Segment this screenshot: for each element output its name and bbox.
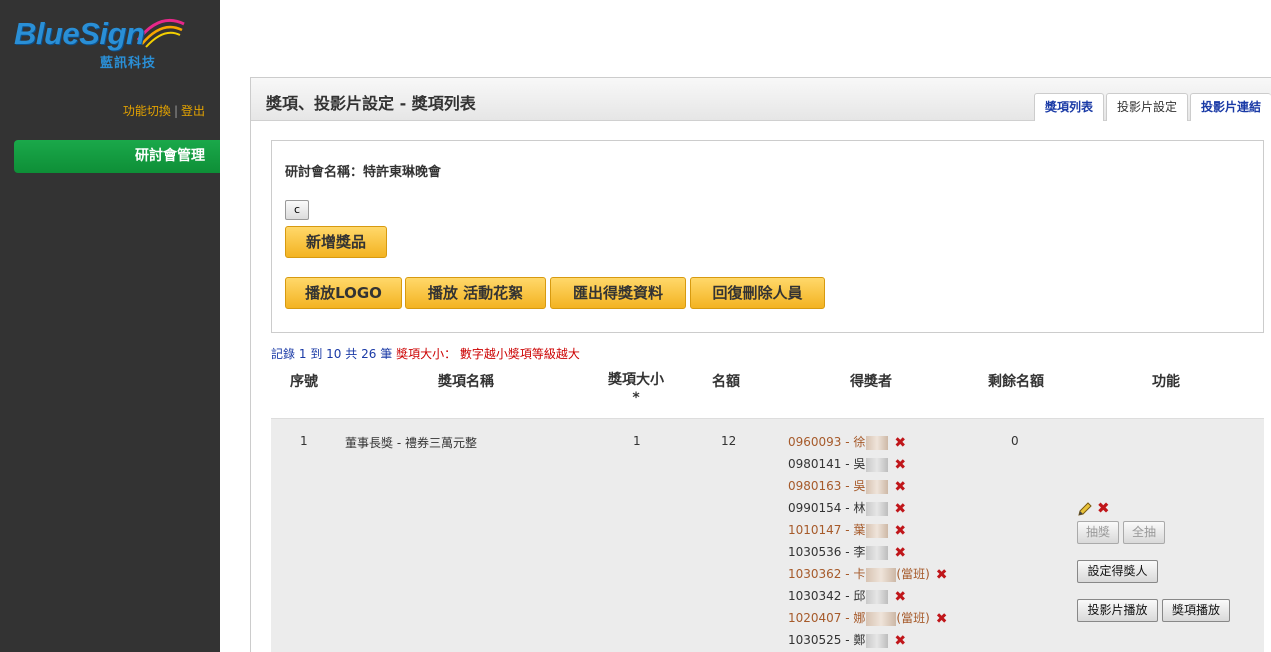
winner-item: 1030362 - 卡 (當班) ✖ <box>788 565 948 583</box>
prize-size-note: 獎項大小： 數字越小獎項等級越大 <box>396 347 580 361</box>
export-winners-button[interactable]: 匯出得獎資料 <box>550 277 686 309</box>
winner-item: 1030525 - 鄭 ✖ <box>788 631 906 649</box>
redacted-name <box>866 501 889 516</box>
delete-icon[interactable]: ✖ <box>894 589 906 605</box>
winner-id: 1030362 - 卡 <box>788 567 866 581</box>
redacted-name <box>866 457 889 472</box>
row-prize-name: 董事長獎 - 禮券三萬元整 <box>345 436 477 450</box>
summary-total: 26 <box>361 347 377 361</box>
draw-button[interactable]: 抽獎 <box>1077 521 1119 544</box>
add-prize-button[interactable]: 新增獎品 <box>285 226 387 258</box>
conference-name: 研討會名稱：特許東琳晚會 <box>285 165 442 180</box>
edit-pencil-icon[interactable] <box>1077 501 1093 517</box>
winner-id: 0980163 - 吳 <box>788 479 866 493</box>
page-title: 獎項、投影片設定 - 獎項列表 <box>266 94 476 113</box>
winner-item: 0960093 - 徐 ✖ <box>788 433 906 451</box>
summary-total-label: 共 <box>345 347 358 361</box>
sidebar-item-seminar-management[interactable]: 研討會管理 <box>14 140 220 173</box>
winner-item: 1030342 - 邱 ✖ <box>788 587 906 605</box>
row-quota: 12 <box>721 434 737 448</box>
tab-prize-list[interactable]: 獎項列表 <box>1033 93 1104 121</box>
winner-item: 1010147 - 葉 ✖ <box>788 521 906 539</box>
delete-icon[interactable]: ✖ <box>894 501 906 517</box>
logo-text: BlueSign <box>14 16 145 51</box>
redacted-name <box>866 545 889 560</box>
header-prize-size: 獎項大小* <box>608 372 664 406</box>
summary-from: 1 <box>298 347 307 361</box>
logo-subtitle: 藍訊科技 <box>100 56 157 71</box>
set-winner-button[interactable]: 設定得獎人 <box>1077 560 1158 583</box>
bluesign-logo: BlueSign 藍訊科技 <box>14 10 189 72</box>
redacted-name <box>866 633 889 648</box>
record-summary: 記錄 1 到 10 共 26 筆 獎項大小： 數字越小獎項等級越大 <box>271 345 580 362</box>
slide-play-button[interactable]: 投影片播放 <box>1077 599 1158 622</box>
switch-function-link[interactable]: 功能切換 <box>123 104 171 118</box>
redacted-name <box>866 589 889 604</box>
summary-to: 10 <box>326 347 342 361</box>
prize-play-button[interactable]: 獎項播放 <box>1162 599 1230 622</box>
header-winners: 得獎者 <box>850 374 892 390</box>
delete-icon[interactable]: ✖ <box>936 611 948 627</box>
winner-id: 1030525 - 鄭 <box>788 633 866 647</box>
restore-deleted-button[interactable]: 回復刪除人員 <box>690 277 825 309</box>
draw-all-button[interactable]: 全抽 <box>1123 521 1165 544</box>
winner-tag: (當班) <box>896 567 930 581</box>
header-seq: 序號 <box>290 374 318 390</box>
winner-item: 0980141 - 吳 ✖ <box>788 455 906 473</box>
delete-icon[interactable]: ✖ <box>894 633 906 649</box>
play-highlights-button[interactable]: 播放 活動花絮 <box>405 277 546 309</box>
tab-slide-link[interactable]: 投影片連結 <box>1189 93 1271 121</box>
header-quota: 名額 <box>712 374 740 390</box>
panel-header: 獎項、投影片設定 - 獎項列表 獎項列表 投影片設定 投影片連結 <box>251 78 1271 121</box>
summary-record-label: 記錄 <box>271 347 296 361</box>
header-remaining: 剩餘名額 <box>988 374 1044 390</box>
header-prize-name: 獎項名稱 <box>438 374 494 390</box>
info-box: 研討會名稱：特許東琳晚會 c 新增獎品 播放LOGO 播放 活動花絮 匯出得獎資… <box>271 140 1264 333</box>
sidebar: BlueSign 藍訊科技 功能切換 | 登出 研討會管理 <box>0 0 220 652</box>
c-button[interactable]: c <box>285 200 309 220</box>
winner-id: 1030536 - 李 <box>788 545 866 559</box>
redacted-name <box>866 611 897 626</box>
winner-item: 1030536 - 李 ✖ <box>788 543 906 561</box>
winner-id: 1020407 - 娜 <box>788 611 866 625</box>
winner-item: 0990154 - 林 ✖ <box>788 499 906 517</box>
delete-icon[interactable]: ✖ <box>894 435 906 451</box>
redacted-name <box>866 479 889 494</box>
link-separator: | <box>173 104 178 118</box>
delete-icon[interactable]: ✖ <box>894 479 906 495</box>
redacted-name <box>866 435 889 450</box>
winner-tag: (當班) <box>896 611 930 625</box>
play-logo-button[interactable]: 播放LOGO <box>285 277 402 309</box>
user-links: 功能切換 | 登出 <box>123 102 205 119</box>
summary-unit: 筆 <box>380 347 393 361</box>
logout-link[interactable]: 登出 <box>181 104 205 118</box>
winner-id: 0960093 - 徐 <box>788 435 866 449</box>
delete-icon[interactable]: ✖ <box>936 567 948 583</box>
main-panel: 獎項、投影片設定 - 獎項列表 獎項列表 投影片設定 投影片連結 研討會名稱：特… <box>250 77 1271 652</box>
tab-bar: 獎項列表 投影片設定 投影片連結 <box>1032 93 1271 121</box>
row-prize-size: 1 <box>633 434 641 448</box>
winner-item: 0980163 - 吳 ✖ <box>788 477 906 495</box>
delete-icon[interactable]: ✖ <box>894 457 906 473</box>
redacted-name <box>866 567 897 582</box>
winner-id: 1010147 - 葉 <box>788 523 866 537</box>
winner-id: 1030342 - 邱 <box>788 589 866 603</box>
tab-slide-settings[interactable]: 投影片設定 <box>1105 93 1188 121</box>
row-remaining: 0 <box>1011 434 1019 448</box>
row-seq: 1 <box>300 434 308 448</box>
winner-id: 0980141 - 吳 <box>788 457 866 471</box>
winner-item: 1020407 - 娜 (當班) ✖ <box>788 609 948 627</box>
summary-to-label: 到 <box>310 347 323 361</box>
delete-icon[interactable]: ✖ <box>894 545 906 561</box>
redacted-name <box>866 523 889 538</box>
delete-prize-icon[interactable]: ✖ <box>1097 499 1110 517</box>
winner-id: 0990154 - 林 <box>788 501 866 515</box>
delete-icon[interactable]: ✖ <box>894 523 906 539</box>
header-function: 功能 <box>1152 374 1180 390</box>
